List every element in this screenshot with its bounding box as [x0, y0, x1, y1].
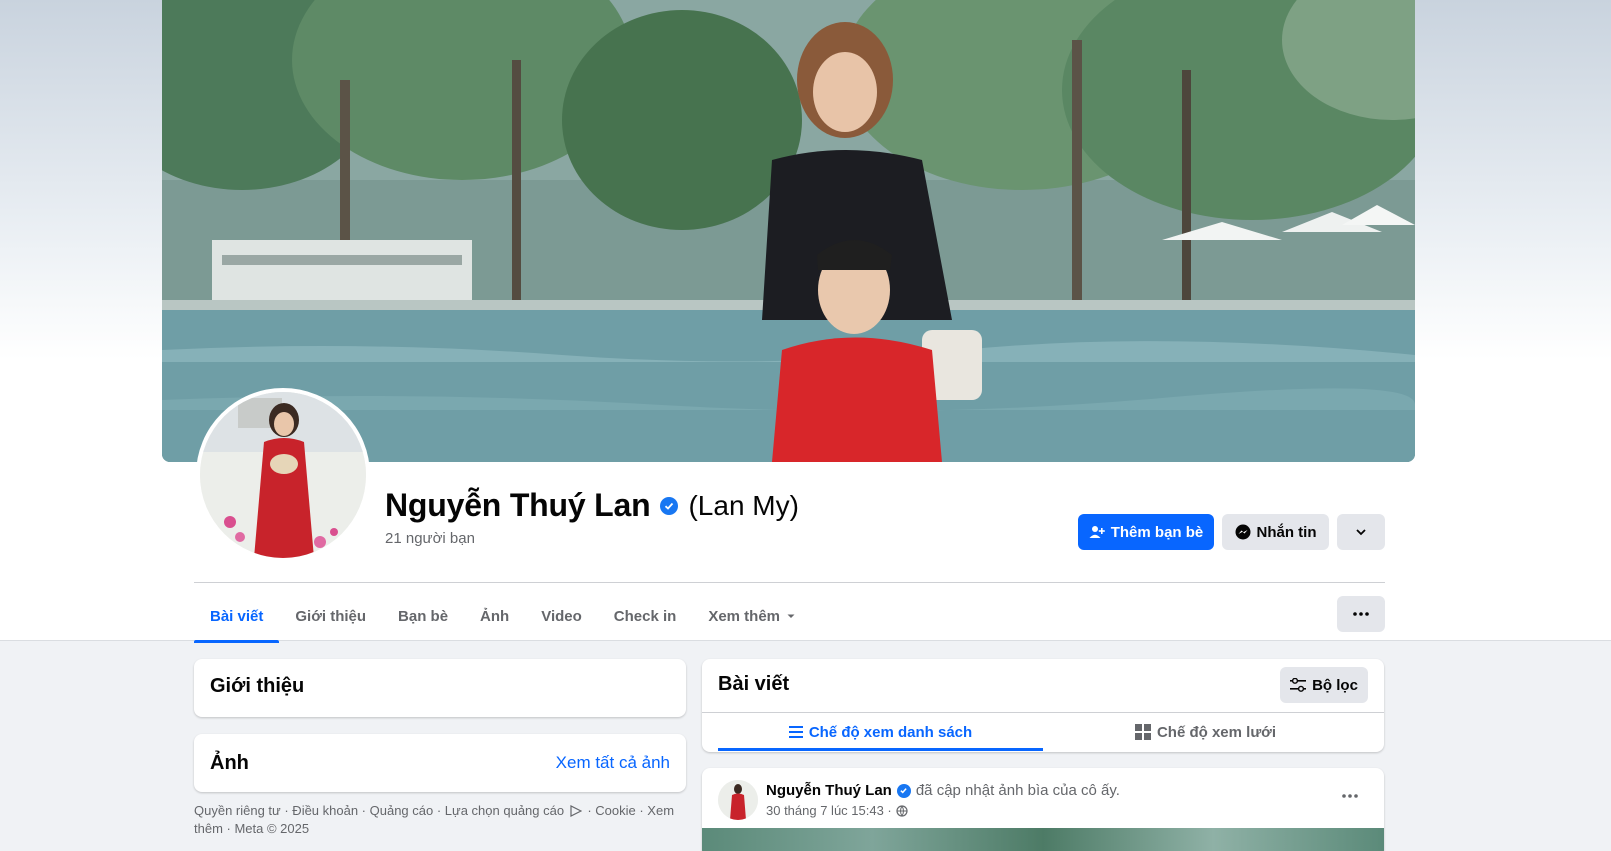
see-all-photos-link[interactable]: Xem tất cả ảnh	[556, 753, 670, 773]
tab-about[interactable]: Giới thiệu	[279, 590, 382, 642]
tab-videos[interactable]: Video	[525, 590, 598, 642]
ellipsis-icon	[1342, 794, 1358, 798]
profile-name: Nguyễn Thuý Lan	[385, 487, 651, 523]
post-meta: 30 tháng 7 lúc 15:43 ·	[766, 803, 908, 818]
tab-photos-label: Ảnh	[480, 607, 510, 625]
filter-icon	[1290, 678, 1307, 692]
post-card: Nguyễn Thuý Lan đã cập nhật ảnh bìa của …	[702, 768, 1384, 851]
posts-title: Bài viết	[718, 673, 790, 695]
list-view-icon	[788, 726, 803, 738]
intro-title: Giới thiệu	[210, 675, 305, 697]
post-author-name[interactable]: Nguyễn Thuý Lan	[766, 782, 892, 799]
post-image[interactable]	[702, 828, 1384, 851]
post-action-text: đã cập nhật ảnh bìa của cô ấy.	[915, 782, 1120, 799]
footer-links: Quyền riêng tư · Điều khoản · Quảng cáo …	[194, 802, 684, 838]
messenger-icon	[1235, 524, 1250, 540]
ellipsis-icon	[1353, 612, 1369, 616]
grid-view-label: Chế độ xem lưới	[1156, 723, 1277, 741]
footer-links-line2[interactable]: · Cookie · Xem	[587, 803, 674, 818]
tab-more-label: Xem thêm	[708, 607, 781, 625]
globe-icon	[896, 804, 908, 817]
add-friend-icon	[1089, 526, 1105, 538]
tab-more[interactable]: Xem thêm	[692, 590, 812, 642]
tab-posts-label: Bài viết	[210, 607, 264, 625]
tab-checkins[interactable]: Check in	[598, 590, 693, 642]
tab-photos[interactable]: Ảnh	[464, 590, 525, 642]
profile-options-button[interactable]	[1337, 596, 1385, 632]
cover-photo[interactable]	[162, 0, 1415, 462]
grid-view-tab[interactable]: Chế độ xem lưới	[1043, 713, 1368, 751]
photos-card: Ảnh Xem tất cả ảnh	[194, 734, 686, 792]
friends-count-link[interactable]: 21 người bạn	[385, 530, 475, 547]
tab-friends-label: Bạn bè	[398, 607, 449, 625]
ad-choices-icon	[570, 805, 583, 817]
chevron-down-icon	[1356, 529, 1366, 536]
post-author-avatar[interactable]	[718, 780, 758, 820]
footer-links-line1[interactable]: Quyền riêng tư · Điều khoản · Quảng cáo …	[194, 803, 564, 818]
header-divider	[194, 582, 1385, 583]
profile-tabs: Bài viết Giới thiệu Bạn bè Ảnh Video Che…	[194, 590, 812, 643]
tab-about-label: Giới thiệu	[295, 607, 367, 625]
profile-avatar[interactable]	[196, 388, 370, 562]
message-label: Nhắn tin	[1256, 523, 1317, 541]
message-button[interactable]: Nhắn tin	[1222, 514, 1329, 550]
list-view-label: Chế độ xem danh sách	[808, 723, 973, 741]
add-friend-button[interactable]: Thêm bạn bè	[1078, 514, 1214, 550]
post-options-button[interactable]	[1332, 784, 1368, 808]
post-header: Nguyễn Thuý Lan đã cập nhật ảnh bìa của …	[766, 782, 1120, 799]
post-timestamp[interactable]: 30 tháng 7 lúc 15:43 ·	[766, 803, 892, 818]
grid-view-icon	[1134, 724, 1151, 740]
post-author-avatar-image	[718, 780, 758, 820]
post-verified-badge-icon	[896, 783, 911, 798]
caret-down-icon	[787, 614, 795, 618]
more-actions-button[interactable]	[1337, 514, 1385, 550]
verified-badge-icon	[660, 496, 679, 515]
photos-title: Ảnh	[210, 751, 249, 774]
intro-card: Giới thiệu	[194, 659, 686, 717]
tab-friends[interactable]: Bạn bè	[382, 590, 464, 642]
footer-links-line3[interactable]: thêm · Meta © 2025	[194, 821, 309, 836]
tab-videos-label: Video	[541, 607, 582, 625]
filter-button[interactable]: Bộ lọc	[1280, 667, 1368, 703]
add-friend-label: Thêm bạn bè	[1110, 523, 1204, 541]
list-view-tab[interactable]: Chế độ xem danh sách	[718, 713, 1043, 751]
tab-checkins-label: Check in	[613, 607, 677, 625]
tab-posts[interactable]: Bài viết	[194, 590, 280, 643]
filter-label: Bộ lọc	[1312, 676, 1358, 694]
cover-photo-image	[162, 0, 1415, 462]
profile-avatar-image	[200, 392, 366, 558]
profile-alternate-name: (Lan My)	[688, 489, 799, 521]
profile-name-row: Nguyễn Thuý Lan (Lan My)	[385, 487, 799, 524]
